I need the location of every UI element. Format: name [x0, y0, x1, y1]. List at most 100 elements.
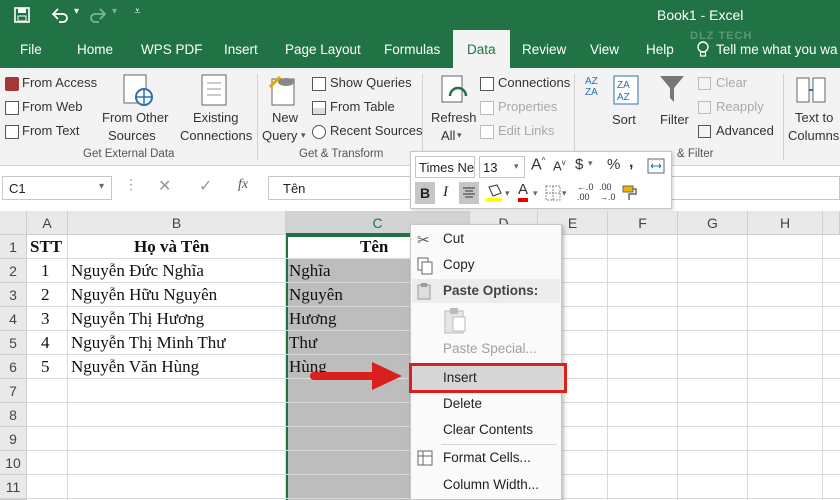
row-header[interactable]: 11 [0, 475, 27, 499]
font-name-select[interactable]: Times Ne [415, 156, 475, 178]
row-header[interactable]: 3 [0, 283, 27, 307]
clear-button[interactable]: Clear [716, 75, 747, 90]
tab-formulas[interactable]: Formulas [384, 30, 440, 68]
row-header[interactable]: 10 [0, 451, 27, 475]
select-all-corner[interactable] [0, 211, 27, 235]
row-header[interactable]: 9 [0, 427, 27, 451]
name-box[interactable]: C1 ▾ [2, 176, 112, 200]
cancel-icon[interactable]: ✕ [158, 176, 171, 196]
sort-az-icon[interactable]: AZZA [584, 74, 610, 96]
cell-b6[interactable]: Nguyễn Văn Hùng [71, 357, 199, 377]
refresh-all-label-2[interactable]: All [441, 128, 455, 143]
menu-item-insert[interactable]: Insert [443, 370, 477, 385]
currency-format-icon[interactable]: $ [575, 156, 583, 173]
cell-b3[interactable]: Nguyễn Hữu Nguyên [71, 285, 217, 305]
cell-c3[interactable]: Nguyên [289, 285, 343, 305]
text-to-columns-label-1[interactable]: Text to [795, 110, 833, 125]
cell-c4[interactable]: Hương [289, 309, 336, 329]
column-header-i[interactable] [823, 211, 840, 235]
column-header-a[interactable]: A [27, 211, 68, 235]
tab-help[interactable]: Help [646, 30, 674, 68]
refresh-all-label-1[interactable]: Refresh [431, 110, 477, 125]
sort-button[interactable]: Sort [612, 112, 636, 127]
increase-decimal-icon[interactable]: ←.0.00 [577, 182, 594, 202]
properties-button[interactable]: Properties [498, 99, 557, 114]
recent-sources-button[interactable]: Recent Sources [330, 123, 423, 138]
font-color-icon[interactable]: A [518, 182, 529, 202]
cell-a1[interactable]: STT [30, 237, 62, 257]
insert-function-button[interactable]: fx [238, 177, 248, 193]
row-header[interactable]: 8 [0, 403, 27, 427]
center-align-button[interactable] [459, 182, 479, 204]
currency-dropdown-icon[interactable]: ▾ [588, 158, 593, 169]
tab-data[interactable]: Data [453, 30, 510, 68]
cell-a2[interactable]: 1 [41, 261, 50, 281]
paste-default-icon[interactable] [443, 307, 469, 335]
cell-c1[interactable]: Tên [360, 237, 388, 257]
format-painter-icon[interactable] [622, 184, 640, 202]
menu-item-copy[interactable]: Copy [443, 257, 475, 272]
from-other-sources-label-1[interactable]: From Other [102, 110, 168, 125]
cell-c2[interactable]: Nghĩa [289, 261, 331, 281]
borders-icon[interactable] [545, 185, 561, 201]
cell-a5[interactable]: 4 [41, 333, 50, 353]
new-query-label-1[interactable]: New [272, 110, 298, 125]
tab-view[interactable]: View [590, 30, 619, 68]
fill-color-dropdown-icon[interactable]: ▾ [505, 188, 510, 199]
menu-item-paste-special[interactable]: Paste Special... [443, 341, 537, 356]
redo-icon[interactable] [88, 6, 108, 24]
font-size-dropdown-icon[interactable]: ▾ [514, 161, 519, 172]
column-header-f[interactable]: F [608, 211, 678, 235]
name-box-dropdown-icon[interactable]: ▾ [99, 181, 104, 192]
row-header[interactable]: 1 [0, 235, 27, 259]
cell-b2[interactable]: Nguyễn Đức Nghĩa [71, 261, 204, 281]
from-text-button[interactable]: From Text [22, 123, 80, 138]
decrease-font-icon[interactable]: Av [553, 158, 566, 173]
cell-b5[interactable]: Nguyễn Thị Minh Thư [71, 333, 226, 353]
decrease-decimal-icon[interactable]: .00 →.0 [599, 182, 616, 202]
column-header-b[interactable]: B [68, 211, 286, 235]
row-header[interactable]: 5 [0, 331, 27, 355]
redo-dropdown-icon[interactable]: ▾ [112, 6, 117, 17]
customize-toolbar-icon[interactable]: ⩡ [134, 4, 141, 19]
new-query-label-2[interactable]: Query [262, 128, 297, 143]
undo-icon[interactable] [50, 6, 70, 24]
from-web-button[interactable]: From Web [22, 99, 82, 114]
from-table-button[interactable]: From Table [330, 99, 395, 114]
tab-page-layout[interactable]: Page Layout [285, 30, 361, 68]
bold-button[interactable]: B [415, 182, 435, 204]
tab-wps-pdf[interactable]: WPS PDF [141, 30, 203, 68]
menu-item-delete[interactable]: Delete [443, 396, 482, 411]
save-icon[interactable] [14, 7, 30, 23]
menu-item-column-width[interactable]: Column Width... [443, 477, 539, 492]
tab-insert[interactable]: Insert [224, 30, 258, 68]
italic-button[interactable]: I [443, 184, 448, 201]
percent-format-icon[interactable]: % [607, 156, 620, 173]
menu-item-format-cells[interactable]: Format Cells... [443, 450, 531, 465]
reapply-button[interactable]: Reapply [716, 99, 764, 114]
from-access-button[interactable]: From Access [22, 75, 97, 90]
tab-home[interactable]: Home [77, 30, 113, 68]
tab-file[interactable]: File [20, 30, 42, 68]
row-header[interactable]: 7 [0, 379, 27, 403]
from-other-sources-label-2[interactable]: Sources [108, 128, 156, 143]
new-query-dropdown-icon[interactable]: ▾ [301, 130, 306, 141]
filter-button[interactable]: Filter [660, 112, 689, 127]
advanced-button[interactable]: Advanced [716, 123, 774, 138]
existing-connections-label-2[interactable]: Connections [180, 128, 252, 143]
font-size-select[interactable]: 13 ▾ [479, 156, 525, 178]
borders-dropdown-icon[interactable]: ▾ [562, 188, 567, 199]
enter-icon[interactable]: ✓ [199, 176, 212, 196]
cell-b4[interactable]: Nguyễn Thị Hương [71, 309, 204, 329]
comma-style-icon[interactable]: , [629, 154, 633, 172]
undo-dropdown-icon[interactable]: ▾ [74, 6, 79, 17]
font-color-dropdown-icon[interactable]: ▾ [533, 188, 538, 199]
column-header-g[interactable]: G [678, 211, 748, 235]
text-to-columns-label-2[interactable]: Columns [788, 128, 839, 143]
menu-item-clear-contents[interactable]: Clear Contents [443, 422, 533, 437]
merge-center-icon[interactable] [647, 158, 665, 174]
row-header[interactable]: 6 [0, 355, 27, 379]
cell-a4[interactable]: 3 [41, 309, 50, 329]
fill-color-icon[interactable] [485, 183, 503, 203]
connections-button[interactable]: Connections [498, 75, 570, 90]
